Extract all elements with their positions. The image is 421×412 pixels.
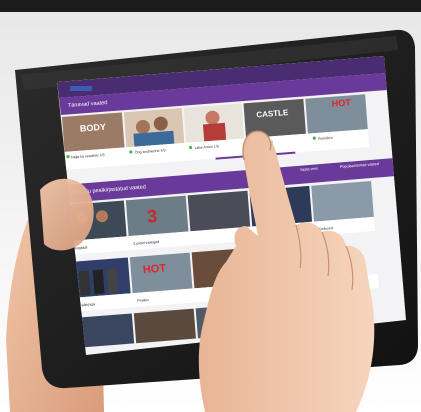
poster-5-text: HOT (331, 97, 351, 108)
top-dark-strip (0, 0, 421, 12)
poster-1-text: BODY (80, 122, 107, 134)
svg-text:3: 3 (146, 206, 158, 227)
row1-poster-5 (311, 180, 374, 222)
brand-badge (70, 86, 92, 91)
tablet-photo: Tänavad vaated BODY CASTLE HOT Nalja ka … (0, 0, 421, 412)
row2-poster-2-text: HOT (142, 262, 166, 276)
row1-poster-3 (187, 190, 251, 232)
